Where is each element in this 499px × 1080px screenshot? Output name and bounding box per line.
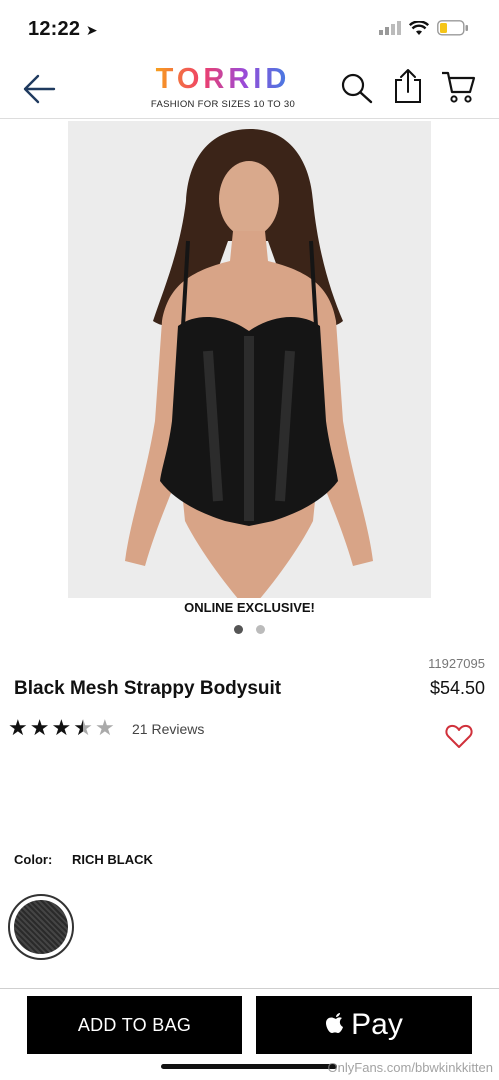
heart-icon[interactable] [445,724,473,749]
product-sku: 11927095 [428,656,485,671]
star-full-icon: ★ [29,715,50,740]
share-icon[interactable] [393,68,423,104]
location-arrow-icon: ➤ [85,22,98,38]
carousel-dot-active[interactable] [234,625,243,634]
brand-logo[interactable]: TORRID [154,64,292,94]
rating-stars[interactable]: ★ ★ ★ ★ ★ [8,716,115,740]
product-price: $54.50 [429,678,485,698]
product-title: Black Mesh Strappy Bodysuit [14,678,282,699]
action-divider [0,988,499,989]
star-half-icon: ★ [73,715,93,740]
online-exclusive-badge: ONLINE EXCLUSIVE! [68,598,431,620]
status-indicators [379,20,469,36]
star-empty-icon: ★ [94,715,115,740]
home-indicator[interactable] [161,1064,337,1069]
product-image[interactable] [68,121,431,611]
apple-pay-button[interactable]: Pay [256,996,472,1054]
cart-icon[interactable] [440,70,476,104]
star-full-icon: ★ [51,715,72,740]
reviews-link[interactable]: 21 Reviews [132,721,204,737]
apple-pay-label: Pay [351,1008,403,1041]
battery-icon [437,20,468,36]
carousel-dot[interactable] [256,625,265,634]
color-label: Color: [14,852,53,867]
apple-icon [326,1013,344,1033]
star-full-icon: ★ [8,715,28,740]
product-photo-illustration [68,121,431,611]
watermark: OnlyFans.com/bbwkinkkitten [327,1060,493,1075]
brand-tagline: FASHION FOR SIZES 10 TO 30 [150,99,296,110]
wifi-icon [409,20,429,35]
search-icon[interactable] [340,72,374,104]
color-value: RICH BLACK [72,852,153,867]
back-arrow-icon[interactable] [22,74,56,104]
status-time-text: 12:22 [28,18,81,40]
signal-icon [379,21,401,35]
add-to-bag-label: ADD TO BAG [77,1014,192,1035]
status-time: 12:22 ➤ [28,18,98,41]
color-swatch-rich-black[interactable] [14,900,68,954]
add-to-bag-button[interactable]: ADD TO BAG [27,996,242,1054]
